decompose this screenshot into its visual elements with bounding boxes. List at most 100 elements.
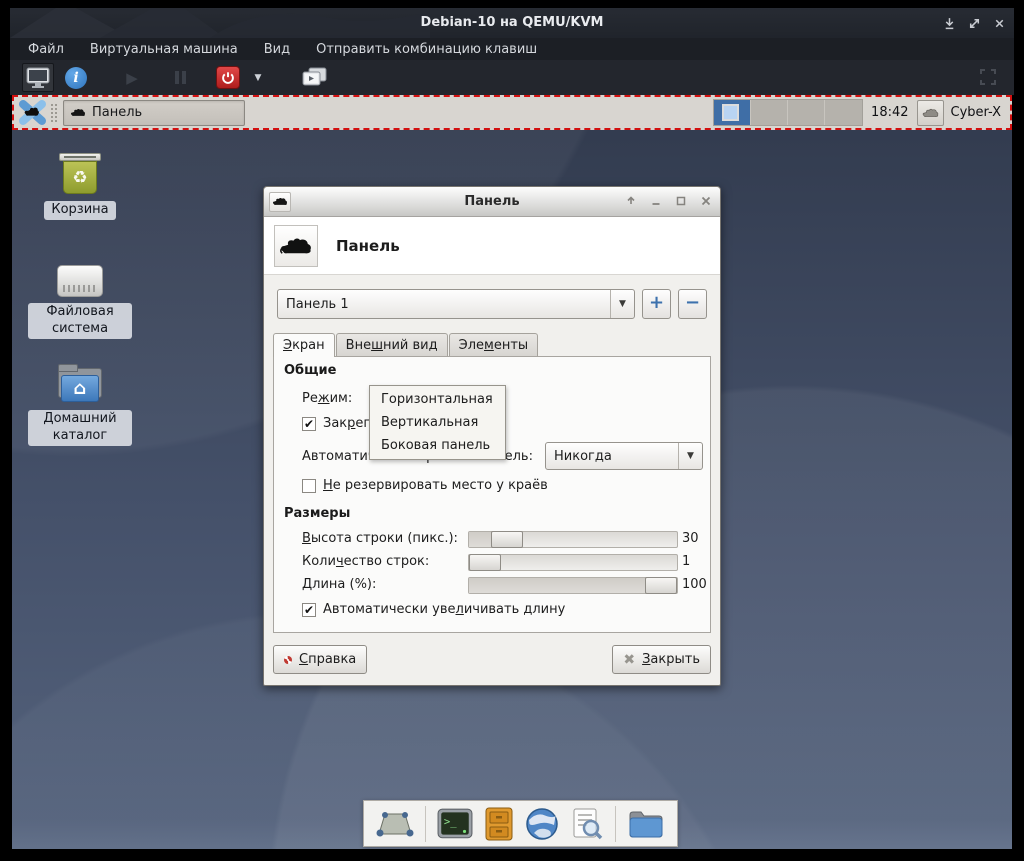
taskbar-window-button[interactable]: Панель	[63, 100, 245, 126]
tab-page-display: Общие Режим: ✔ Закрепить панель Автомати…	[273, 356, 711, 633]
guest-desktop: Панель 18:42 Cyber-X ♻ Корзина Файловая …	[12, 95, 1012, 849]
host-close-icon[interactable]	[993, 17, 1006, 30]
dock-separator	[615, 806, 616, 842]
tab-items[interactable]: Элементы	[449, 333, 539, 356]
harddisk-icon	[57, 265, 103, 297]
dialog-header-title: Панель	[336, 237, 400, 255]
screenshot-root: { "host": { "title": "Debian-10 на QEMU/…	[0, 0, 1024, 861]
dialog-header: Панель	[264, 217, 720, 275]
grow-length-checkbox-row[interactable]: ✔ Автоматически увеличивать длину	[302, 602, 565, 617]
add-panel-button[interactable]: +	[642, 289, 671, 319]
panel-selector-row: Панель 1 + −	[264, 275, 720, 333]
autohide-combobox[interactable]: Никогда	[545, 442, 703, 470]
dock-separator	[425, 806, 426, 842]
remove-panel-button[interactable]: −	[678, 289, 707, 319]
show-desktop-icon[interactable]	[376, 809, 414, 839]
row-height-value: 30	[682, 531, 699, 546]
mode-label: Режим:	[302, 391, 352, 406]
home-folder-icon: ⌂	[58, 368, 102, 404]
length-value: 100	[682, 577, 707, 592]
tab-display[interactable]: Экран	[273, 333, 335, 357]
row-height-slider[interactable]	[468, 531, 678, 548]
desktop-icon-home[interactable]: ⌂ Домашний каталог	[20, 368, 140, 446]
shutdown-icon[interactable]	[212, 63, 244, 92]
panel-select-combobox[interactable]: Панель 1	[277, 289, 635, 319]
dialog-titlebar[interactable]: Панель	[264, 187, 720, 217]
panel-select-value: Панель 1	[278, 297, 610, 312]
svg-text:>_: >_	[444, 816, 457, 828]
desktop-icon-label: Корзина	[44, 201, 115, 220]
host-menubar: Файл Виртуальная машина Вид Отправить ко…	[10, 38, 1014, 60]
rows-count-value: 1	[682, 554, 690, 569]
maximize-icon[interactable]	[675, 195, 687, 210]
panel-grip-handle[interactable]	[50, 103, 57, 123]
checkbox[interactable]: ✔	[302, 603, 316, 617]
help-icon	[284, 656, 292, 664]
dialog-tabs: Экран Внешний вид Элементы	[273, 333, 720, 356]
mode-option-horizontal[interactable]: Горизонтальная	[370, 388, 505, 411]
length-slider[interactable]	[468, 577, 678, 594]
file-cabinet-icon[interactable]	[484, 807, 514, 841]
workspace-2[interactable]	[751, 100, 788, 125]
tab-appearance[interactable]: Внешний вид	[336, 333, 448, 356]
workspace-4[interactable]	[825, 100, 862, 125]
app-finder-icon[interactable]	[570, 807, 604, 841]
desktop-icon-filesystem[interactable]: Файловая система	[20, 265, 140, 339]
panel-clock: 18:42	[871, 105, 908, 120]
checkbox[interactable]: ✔	[302, 417, 316, 431]
close-button-label: Закрыть	[642, 652, 700, 667]
section-sizes: Размеры	[284, 506, 350, 521]
xfce-mouse-icon	[274, 225, 318, 267]
vm-info-icon[interactable]: i	[60, 63, 92, 92]
pause-icon[interactable]	[164, 63, 196, 92]
reserve-border-checkbox-row[interactable]: Не резервировать место у краёв	[302, 478, 548, 493]
length-label: Длина (%):	[302, 577, 376, 592]
host-resize-icon[interactable]	[968, 17, 981, 30]
mode-option-vertical[interactable]: Вертикальная	[370, 411, 505, 434]
autohide-value: Никогда	[546, 449, 678, 464]
menu-view[interactable]: Вид	[264, 42, 290, 57]
minimize-icon[interactable]	[650, 195, 662, 210]
menu-virtual-machine[interactable]: Виртуальная машина	[90, 42, 238, 57]
applications-menu-xfce-logo-icon[interactable]	[19, 99, 46, 126]
mode-dropdown-popup: Горизонтальная Вертикальная Боковая пане…	[369, 385, 506, 460]
workspace-1[interactable]	[714, 100, 751, 125]
menu-file[interactable]: Файл	[28, 42, 64, 57]
virtual-displays-icon[interactable]	[298, 63, 330, 92]
shutdown-menu-caret-icon[interactable]: ▼	[250, 63, 264, 92]
fullscreen-icon[interactable]	[980, 69, 996, 85]
desktop-icon-label: Домашний каталог	[28, 410, 132, 446]
host-window-title: Debian-10 на QEMU/KVM	[10, 8, 1014, 38]
close-icon[interactable]	[700, 195, 712, 210]
menu-send-key[interactable]: Отправить комбинацию клавиш	[316, 42, 537, 57]
checkbox[interactable]	[302, 479, 316, 493]
dialog-action-area: Справка ✖ Закрыть	[264, 634, 720, 685]
user-host-label[interactable]: Cyber-X	[951, 105, 1001, 120]
help-button[interactable]: Справка	[273, 645, 367, 674]
panel-preferences-dialog: Панель Панель Панель 1 + − Экран	[263, 186, 721, 686]
section-general: Общие	[284, 363, 336, 378]
shade-icon[interactable]	[625, 195, 637, 210]
session-mouse-button[interactable]	[917, 100, 944, 126]
host-minimize-icon[interactable]	[943, 17, 956, 30]
terminal-icon[interactable]: >_	[437, 808, 473, 840]
host-toolbar: i ▶ ▼	[10, 60, 1014, 95]
mode-option-deskbar[interactable]: Боковая панель	[370, 434, 505, 457]
rows-count-slider[interactable]	[468, 554, 678, 571]
row-height-label: Высота строки (пикс.):	[302, 531, 458, 546]
run-icon[interactable]: ▶	[116, 63, 148, 92]
chevron-down-icon	[678, 443, 702, 469]
web-browser-globe-icon[interactable]	[525, 807, 559, 841]
close-button[interactable]: ✖ Закрыть	[612, 645, 711, 674]
workspace-pager	[713, 99, 863, 126]
help-button-label: Справка	[299, 652, 356, 667]
workspace-3[interactable]	[788, 100, 825, 125]
desktop-icon-trash[interactable]: ♻ Корзина	[20, 153, 140, 220]
console-monitor-icon[interactable]	[22, 63, 54, 92]
xfce-top-panel: Панель 18:42 Cyber-X	[12, 95, 1012, 130]
xfce-mouse-icon	[922, 107, 939, 119]
file-manager-folder-icon[interactable]	[627, 808, 665, 840]
chevron-down-icon	[610, 290, 634, 318]
xfce-mouse-icon	[70, 107, 86, 118]
taskbar-button-label: Панель	[92, 105, 142, 120]
